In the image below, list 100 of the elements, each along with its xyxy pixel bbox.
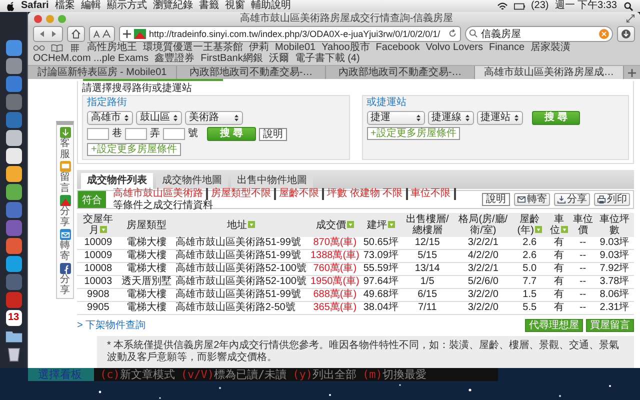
action-button[interactable]: 轉寄: [514, 193, 550, 206]
sort-icon[interactable]: [100, 226, 108, 233]
share-icon: [557, 195, 566, 204]
column-header[interactable]: 成交價: [308, 213, 362, 237]
column-header[interactable]: 交屋年月: [77, 213, 120, 237]
search-icon[interactable]: [623, 2, 634, 10]
close-button[interactable]: [34, 14, 42, 22]
tab[interactable]: 成交物件列表: [81, 173, 153, 189]
help-button[interactable]: 說明: [482, 193, 510, 206]
sort-icon[interactable]: [346, 220, 354, 228]
dropdown[interactable]: 捷運: [366, 111, 424, 125]
bookmark[interactable]: 沃爾: [268, 53, 289, 64]
column-header[interactable]: 房屋類型: [119, 213, 174, 237]
column-header[interactable]: 出售樓層/總樓層: [400, 213, 454, 237]
grid-icon[interactable]: [69, 44, 81, 52]
delisted-link[interactable]: > 下架物件查詢: [77, 318, 146, 332]
filter-criterion: 高雄市鼓山區美術路: [110, 188, 208, 200]
menu-item[interactable]: 輔助說明: [250, 0, 291, 12]
sidebar-item[interactable]: 分享: [57, 263, 73, 296]
clock[interactable]: 週一 下午3:33: [554, 0, 617, 12]
app-icon[interactable]: [6, 166, 22, 182]
table-cell: 高雄市鼓山區美術路51-99號: [173, 250, 308, 262]
bookmark[interactable]: Volvo Lovers: [426, 42, 483, 53]
table-cell: 10003: [77, 276, 120, 288]
tab[interactable]: 出售中物件地圖: [231, 173, 313, 189]
column-header[interactable]: 屋齡(年): [512, 213, 548, 237]
dropdown[interactable]: 捷運線: [428, 111, 474, 125]
terminal-title: 選擇看板: [28, 368, 94, 381]
app-icon[interactable]: [6, 256, 22, 272]
bookmark[interactable]: 電子書下載 (4): [294, 53, 360, 64]
home-button[interactable]: [67, 26, 85, 42]
bookmark[interactable]: 高性房地王: [87, 42, 137, 53]
app-icon[interactable]: [6, 148, 22, 164]
glasses-icon[interactable]: [33, 44, 45, 52]
house-icon: [71, 28, 81, 38]
table-cell: 49.68坪: [361, 288, 400, 302]
shortcut-hint: (m)切換最愛: [362, 368, 426, 381]
bookmark[interactable]: Facebook: [376, 42, 420, 53]
clear-button[interactable]: [599, 28, 609, 38]
column-header[interactable]: 建坪: [361, 213, 400, 237]
menu-item[interactable]: 瀏覽紀錄: [152, 0, 193, 12]
calendar-icon[interactable]: 13: [6, 310, 22, 326]
column-header[interactable]: 地址: [173, 213, 308, 237]
sidebar-item[interactable]: 分享: [57, 195, 73, 228]
bookmark[interactable]: 居家裝潢: [530, 42, 571, 53]
bookmark[interactable]: Mobile01: [275, 42, 316, 53]
column-header[interactable]: 車位價: [570, 213, 595, 237]
fullscreen-icon[interactable]: [626, 14, 635, 23]
input-field[interactable]: [87, 128, 109, 140]
bookmark[interactable]: FirstBank網銀: [200, 53, 263, 64]
bookmark[interactable]: OCHeM.com ...ple Exams: [33, 53, 149, 64]
url-field[interactable]: http://tradeinfo.sinyi.com.tw/index.php/3/ODA0X-e-juaYjui3rw/0/1/0/2/0/1/: [119, 26, 461, 42]
download-button[interactable]: [617, 26, 635, 42]
sort-icon[interactable]: [534, 226, 542, 233]
battery-icon[interactable]: [514, 2, 525, 10]
new-tab-icon[interactable]: [628, 68, 636, 76]
help-button[interactable]: 說明: [258, 128, 287, 140]
apple-icon[interactable]: [6, 0, 15, 12]
sort-icon[interactable]: [388, 220, 395, 228]
bookmark[interactable]: Yahoo股市: [322, 42, 370, 53]
app-icon[interactable]: [6, 130, 22, 146]
add-icon[interactable]: [123, 30, 131, 38]
input-field[interactable]: [125, 128, 147, 140]
field-label: 巷: [112, 128, 122, 140]
app-icon[interactable]: [6, 184, 22, 200]
wifi-icon[interactable]: [496, 2, 508, 10]
text-size-button[interactable]: [89, 26, 115, 42]
search-field[interactable]: 信義房屋: [465, 26, 613, 42]
dropdown[interactable]: 鼓山區: [136, 111, 182, 125]
column-header[interactable]: 車位坪數: [595, 213, 634, 237]
action-button[interactable]: 列印: [594, 193, 630, 206]
table-cell: 電梯大樓: [119, 237, 174, 250]
column-header[interactable]: 格局(房/廳/衛/室): [454, 213, 512, 237]
bookmark[interactable]: 環境質優選一王基茶館: [143, 42, 243, 53]
tab[interactable]: 成交物件地圖: [156, 173, 228, 189]
dropdown[interactable]: 捷運站: [476, 111, 522, 125]
menu-item[interactable]: 編輯: [80, 0, 101, 12]
sort-icon[interactable]: [248, 220, 255, 228]
input-field[interactable]: [163, 128, 185, 140]
bookmark[interactable]: Finance: [488, 42, 525, 53]
bookmark[interactable]: 伊莉: [249, 42, 269, 53]
menu-item[interactable]: Safari: [21, 0, 49, 12]
sort-icon[interactable]: [560, 226, 568, 233]
browser-tab[interactable]: 高雄市鼓山區美術路房屋成…: [475, 66, 624, 79]
dropdown[interactable]: 高雄市: [87, 111, 133, 125]
sidebar-item[interactable]: 客服: [57, 127, 73, 160]
sidebar-item[interactable]: 留言: [57, 161, 73, 194]
table-cell: 1388萬(車): [308, 250, 362, 262]
bookmark[interactable]: 鑫豐證券: [154, 53, 195, 64]
table-cell: 有: [547, 302, 571, 314]
table-cell: 有: [547, 262, 571, 276]
menu-item[interactable]: 書籤: [198, 0, 219, 12]
table-cell: 7.92坪: [595, 262, 634, 276]
book-icon[interactable]: [51, 44, 63, 52]
column-header[interactable]: 車位: [547, 213, 571, 237]
reload-icon[interactable]: [448, 29, 457, 38]
action-button[interactable]: 分享: [554, 193, 590, 206]
sidebar-item[interactable]: 轉寄: [57, 229, 73, 262]
back-forward-button[interactable]: [33, 26, 63, 42]
dropdown[interactable]: 美術路: [185, 111, 243, 125]
